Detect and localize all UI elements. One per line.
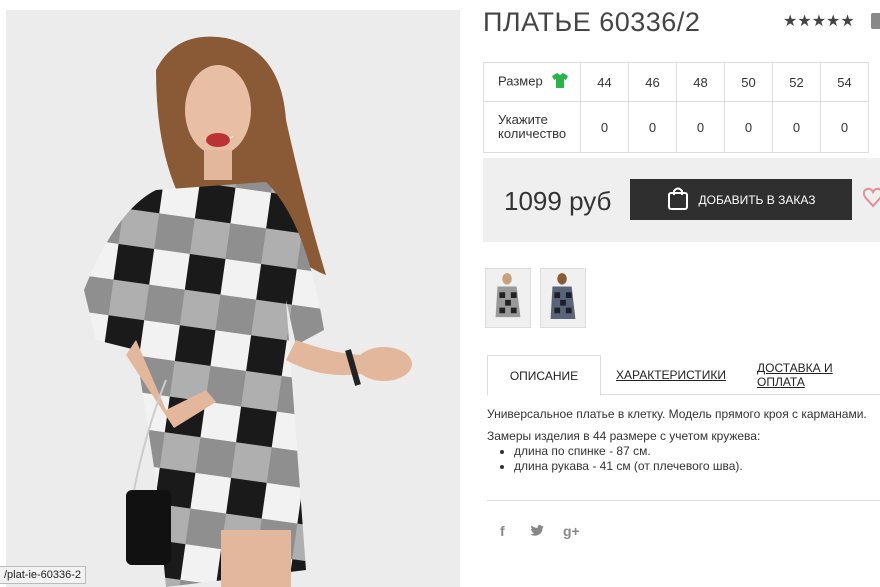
compare-icon[interactable] — [871, 13, 880, 29]
size-cell: 50 — [724, 62, 773, 102]
tab-delivery[interactable]: ДОСТАВКА И ОПЛАТА — [757, 355, 877, 395]
size-cell: 48 — [676, 62, 725, 102]
facebook-icon[interactable]: f — [500, 523, 505, 539]
list-item: длина рукава - 41 см (от плечевого шва). — [514, 459, 880, 474]
add-to-order-button[interactable]: ДОБАВИТЬ В ЗАКАЗ — [630, 179, 852, 220]
description-text: Универсальное платье в клетку. Модель пр… — [487, 407, 867, 421]
quantity-input[interactable]: 0 — [628, 101, 677, 153]
description-content: Универсальное платье в клетку. Модель пр… — [487, 407, 880, 474]
measurements-list: длина по спинке - 87 см. длина рукава - … — [514, 444, 880, 474]
tab-description[interactable]: ОПИСАНИЕ — [487, 355, 601, 396]
product-price: 1099 руб — [504, 186, 612, 216]
add-to-order-label: ДОБАВИТЬ В ЗАКАЗ — [698, 192, 816, 207]
twitter-icon[interactable] — [530, 525, 544, 540]
size-row: Размер 44 46 48 50 52 54 — [483, 62, 869, 102]
quantity-input[interactable]: 0 — [724, 101, 773, 153]
product-thumbnail[interactable] — [485, 268, 531, 328]
quantity-row: Укажите количество 0 0 0 0 0 0 — [483, 101, 869, 153]
googleplus-icon[interactable]: g+ — [563, 523, 580, 539]
product-main-image[interactable] — [6, 10, 460, 587]
size-cell: 46 — [628, 62, 677, 102]
product-tabs: ОПИСАНИЕ ХАРАКТЕРИСТИКИ ДОСТАВКА И ОПЛАТ… — [487, 355, 880, 396]
size-cell: 54 — [820, 62, 869, 102]
list-item: длина по спинке - 87 см. — [514, 444, 880, 459]
size-cell: 52 — [772, 62, 821, 102]
measurements-intro: Замеры изделия в 44 размере с учетом кру… — [487, 429, 761, 443]
product-title: ПЛАТЬЕ 60336/2 — [483, 7, 701, 37]
size-chart-icon[interactable] — [552, 73, 569, 91]
buy-panel: 1099 руб ДОБАВИТЬ В ЗАКАЗ — [483, 158, 880, 242]
quantity-input[interactable]: 0 — [820, 101, 869, 153]
quantity-label: Укажите количество — [483, 101, 581, 153]
tab-specs[interactable]: ХАРАКТЕРИСТИКИ — [615, 355, 727, 395]
size-label: Размер — [498, 73, 543, 89]
quantity-input[interactable]: 0 — [676, 101, 725, 153]
product-thumbnail[interactable] — [540, 268, 586, 328]
size-cell: 44 — [580, 62, 629, 102]
size-header: Размер — [483, 62, 581, 102]
quantity-input[interactable]: 0 — [772, 101, 821, 153]
size-quantity-table: Размер 44 46 48 50 52 54 Укажите количес… — [483, 62, 869, 153]
wishlist-heart-icon[interactable] — [862, 186, 880, 213]
status-url: /plat-ie-60336-2 — [0, 566, 87, 584]
rating-stars[interactable]: ★★★★★ — [783, 11, 855, 31]
quantity-input[interactable]: 0 — [580, 101, 629, 153]
divider — [487, 500, 880, 501]
shopping-bag-icon — [667, 186, 689, 213]
